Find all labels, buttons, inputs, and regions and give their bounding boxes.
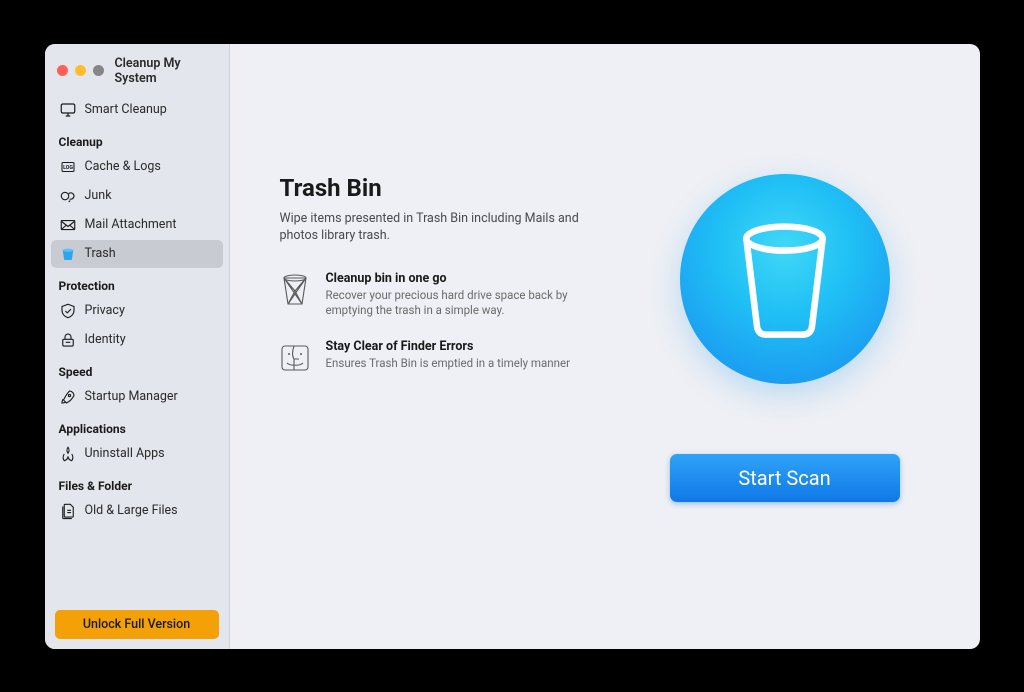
minimize-window-button[interactable] (75, 65, 86, 76)
section-header-protection: Protection (51, 269, 223, 297)
feature-title: Stay Clear of Finder Errors (326, 339, 570, 354)
section-header-files-folder: Files & Folder (51, 469, 223, 497)
log-icon: LOG (59, 158, 77, 176)
sidebar: Cleanup My System Smart Cleanup Cleanup … (45, 44, 230, 649)
section-header-cleanup: Cleanup (51, 125, 223, 153)
section-header-speed: Speed (51, 355, 223, 383)
sidebar-item-junk[interactable]: Junk (51, 182, 223, 210)
sidebar-item-mail-attachment[interactable]: Mail Attachment (51, 211, 223, 239)
sidebar-item-identity[interactable]: Identity (51, 326, 223, 354)
close-window-button[interactable] (57, 65, 68, 76)
app-title: Cleanup My System (115, 56, 217, 86)
sidebar-item-uninstall-apps[interactable]: Uninstall Apps (51, 440, 223, 468)
start-scan-button[interactable]: Start Scan (670, 454, 900, 502)
page-title: Trash Bin (280, 174, 640, 202)
files-icon (59, 502, 77, 520)
trash-icon (59, 245, 77, 263)
feature-title: Cleanup bin in one go (326, 271, 586, 286)
feature-desc: Recover your precious hard drive space b… (326, 288, 586, 319)
mail-icon (59, 216, 77, 234)
sidebar-item-label: Trash (85, 246, 116, 261)
sidebar-item-label: Junk (85, 188, 112, 203)
sidebar-item-privacy[interactable]: Privacy (51, 297, 223, 325)
page-description: Wipe items presented in Trash Bin includ… (280, 210, 600, 245)
unlock-full-version-button[interactable]: Unlock Full Version (55, 610, 219, 639)
rocket-icon (59, 388, 77, 406)
content-left-column: Trash Bin Wipe items presented in Trash … (280, 174, 640, 599)
app-window: Cleanup My System Smart Cleanup Cleanup … (45, 44, 980, 649)
sidebar-item-label: Uninstall Apps (85, 446, 165, 461)
app-icon (59, 445, 77, 463)
feature-finder-errors: Stay Clear of Finder Errors Ensures Tras… (280, 339, 640, 375)
svg-text:LOG: LOG (63, 164, 73, 170)
finder-face-icon (280, 341, 310, 375)
traffic-lights (57, 65, 104, 76)
junk-icon (59, 187, 77, 205)
sidebar-item-label: Old & Large Files (85, 503, 178, 518)
shield-icon (59, 302, 77, 320)
fullscreen-window-button[interactable] (93, 65, 104, 76)
sidebar-item-label: Privacy (85, 303, 125, 318)
hero-badge (680, 174, 890, 384)
sidebar-item-label: Startup Manager (85, 389, 178, 404)
feature-cleanup-bin: Cleanup bin in one go Recover your preci… (280, 271, 640, 319)
sidebar-item-label: Identity (85, 332, 126, 347)
sidebar-footer: Unlock Full Version (45, 600, 229, 649)
content-right-column: Start Scan (640, 174, 930, 599)
sidebar-item-label: Cache & Logs (85, 159, 161, 174)
sidebar-item-label: Mail Attachment (85, 217, 177, 232)
section-header-applications: Applications (51, 412, 223, 440)
sidebar-nav: Smart Cleanup Cleanup LOG Cache & Logs J… (45, 96, 229, 600)
sidebar-item-cache-logs[interactable]: LOG Cache & Logs (51, 153, 223, 181)
lock-icon (59, 331, 77, 349)
trash-hero-icon (727, 219, 842, 339)
sidebar-item-trash[interactable]: Trash (51, 240, 223, 268)
titlebar: Cleanup My System (45, 50, 229, 96)
main-content: Trash Bin Wipe items presented in Trash … (230, 44, 980, 649)
monitor-icon (59, 101, 77, 119)
sidebar-item-old-large-files[interactable]: Old & Large Files (51, 497, 223, 525)
sidebar-item-smart-cleanup[interactable]: Smart Cleanup (51, 96, 223, 124)
trash-wire-icon (280, 273, 310, 307)
sidebar-item-label: Smart Cleanup (85, 102, 167, 117)
feature-desc: Ensures Trash Bin is emptied in a timely… (326, 356, 570, 372)
sidebar-item-startup-manager[interactable]: Startup Manager (51, 383, 223, 411)
